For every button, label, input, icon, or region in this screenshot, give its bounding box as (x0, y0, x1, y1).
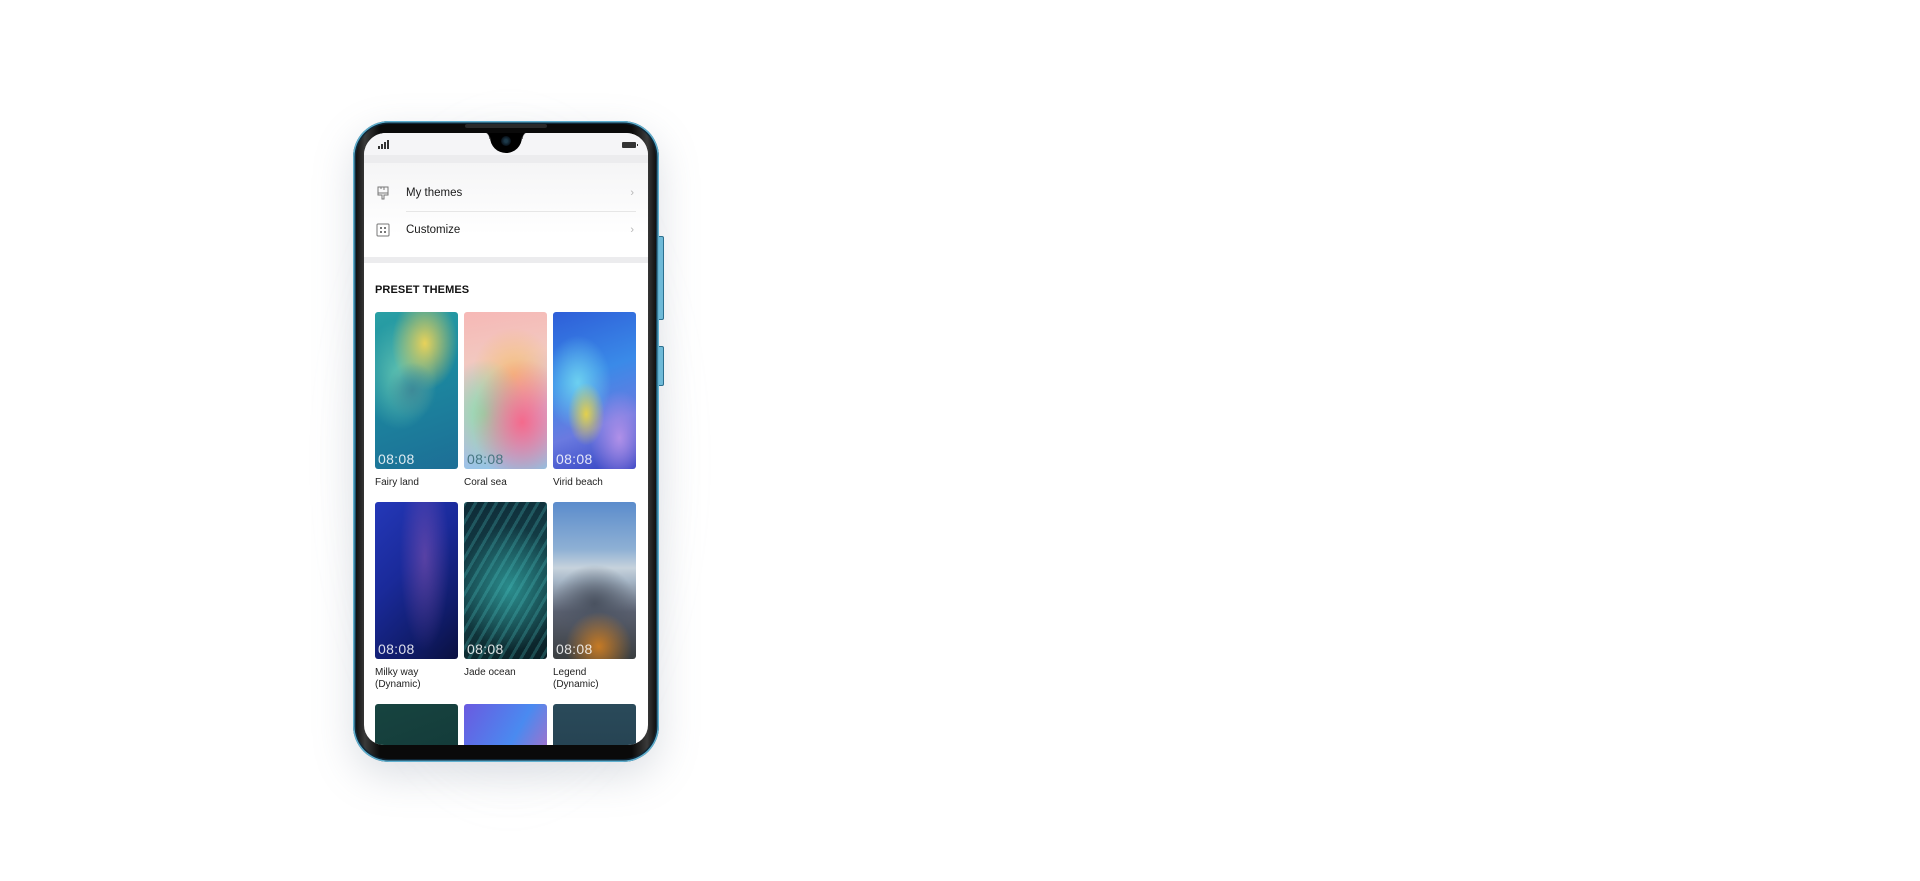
menu-item-customize[interactable]: Customize › (364, 212, 648, 248)
lock-time: 08:08 (556, 641, 593, 657)
volume-button (659, 236, 664, 320)
theme-card-fairy-land[interactable]: 08:08 Fairy land (375, 312, 458, 489)
theme-card-legend[interactable]: 08:08 Legend (Dynamic) (553, 502, 636, 691)
front-camera-icon (501, 136, 511, 146)
section-divider (364, 155, 648, 163)
phone-screen: My themes › Customize › PRESET THEMES 08… (364, 133, 648, 745)
lock-time: 08:08 (467, 641, 504, 657)
theme-card-milky-way[interactable]: 08:08 Milky way (Dynamic) (375, 502, 458, 691)
theme-thumbnail: 08:08 (553, 502, 636, 659)
lock-time: 08:08 (378, 641, 415, 657)
theme-name: Fairy land (375, 477, 419, 488)
signal-bars-icon (378, 140, 390, 149)
status-bar (364, 133, 648, 155)
paintbrush-icon (377, 186, 389, 200)
theme-name: Legend (Dynamic) (553, 667, 599, 690)
camera-notch (482, 133, 530, 153)
theme-name: Jade ocean (464, 667, 516, 678)
theme-card-virid-beach[interactable]: 08:08 Virid beach (553, 312, 636, 489)
lock-time: 08:08 (467, 451, 504, 467)
theme-card-coral-sea[interactable]: 08:08 Coral sea (464, 312, 547, 489)
earpiece-speaker (465, 124, 547, 128)
menu-item-label: My themes (406, 187, 463, 199)
theme-thumbnail: 08:08 (375, 502, 458, 659)
theme-thumbnail: 08:08 (375, 312, 458, 469)
battery-full-icon (622, 142, 638, 148)
theme-card-partial[interactable] (553, 704, 636, 745)
theme-name: Milky way (Dynamic) (375, 667, 421, 690)
theme-card-partial[interactable] (464, 704, 547, 745)
section-divider (364, 257, 648, 263)
theme-thumbnail: 08:08 (464, 312, 547, 469)
section-title: PRESET THEMES (375, 284, 470, 296)
theme-thumbnail: 08:08 (464, 502, 547, 659)
theme-thumbnail (375, 704, 458, 745)
theme-name: Virid beach (553, 477, 603, 488)
theme-card-jade-ocean[interactable]: 08:08 Jade ocean (464, 502, 547, 679)
chevron-right-icon: › (630, 224, 634, 236)
chevron-right-icon: › (630, 187, 634, 199)
lock-time: 08:08 (378, 451, 415, 467)
theme-thumbnail (464, 704, 547, 745)
menu-item-my-themes[interactable]: My themes › (364, 175, 648, 211)
theme-card-partial[interactable] (375, 704, 458, 745)
theme-name: Coral sea (464, 477, 507, 488)
menu-item-label: Customize (406, 224, 461, 236)
theme-thumbnail (553, 704, 636, 745)
power-button (659, 346, 664, 386)
grid-dots-icon (376, 223, 390, 237)
lock-time: 08:08 (556, 451, 593, 467)
theme-thumbnail: 08:08 (553, 312, 636, 469)
themes-menu: My themes › Customize › (364, 163, 648, 237)
